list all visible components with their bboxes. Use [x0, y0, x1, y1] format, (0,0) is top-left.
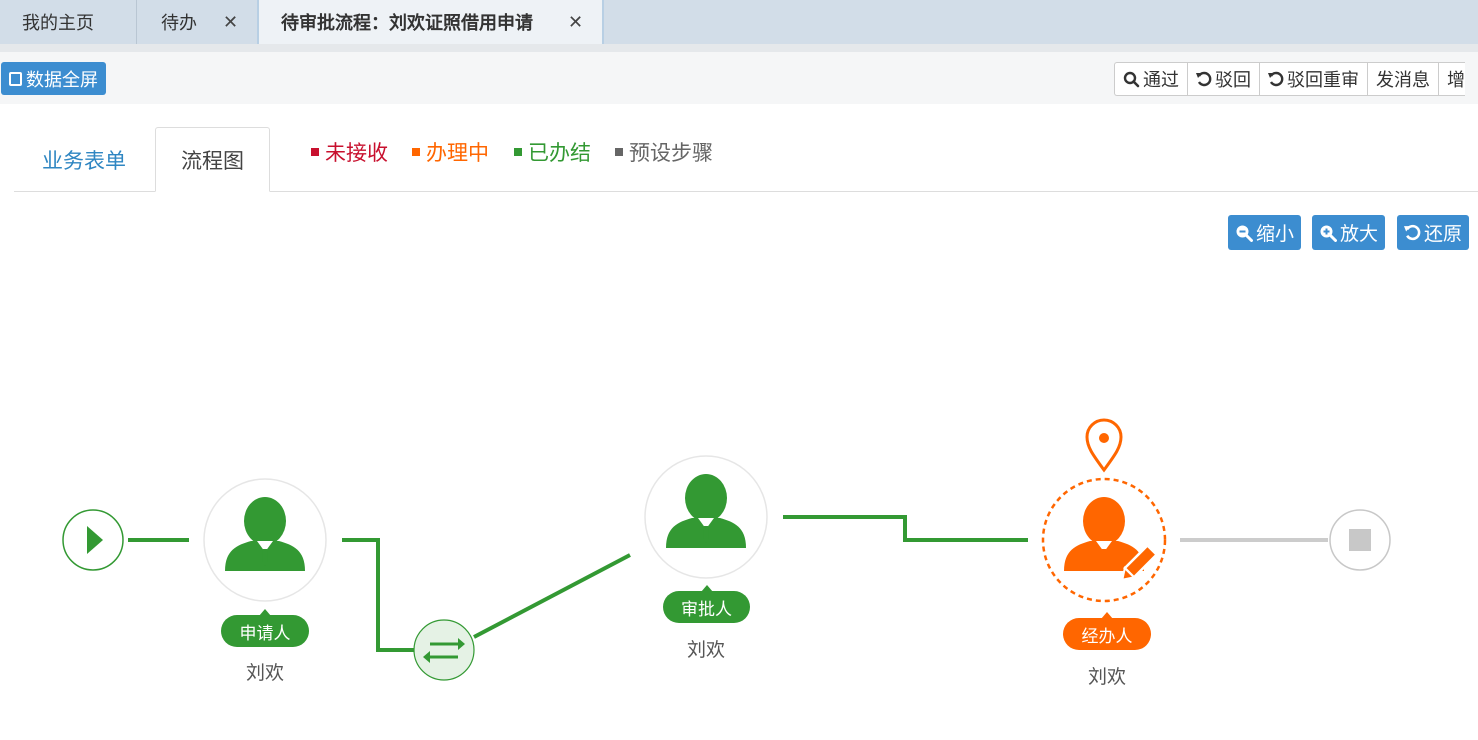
- approver-node[interactable]: [644, 455, 768, 579]
- connector: [342, 538, 414, 652]
- end-node[interactable]: [1329, 509, 1391, 571]
- location-pin-icon: [1085, 418, 1123, 473]
- applicant-node[interactable]: [203, 478, 327, 602]
- approver-name: 刘欢: [686, 639, 725, 661]
- transfer-node[interactable]: [413, 619, 475, 681]
- applicant-role-badge: 申请人: [221, 609, 309, 647]
- approver-role-badge: 审批人: [663, 585, 750, 623]
- connector: [473, 553, 631, 639]
- stop-icon: [1349, 529, 1371, 551]
- connector: [783, 515, 1028, 542]
- handler-role-badge: 经办人: [1063, 612, 1151, 650]
- start-node[interactable]: [62, 509, 124, 571]
- handler-node[interactable]: [1041, 477, 1167, 603]
- handler-name: 刘欢: [1087, 666, 1126, 688]
- applicant-name: 刘欢: [245, 662, 284, 684]
